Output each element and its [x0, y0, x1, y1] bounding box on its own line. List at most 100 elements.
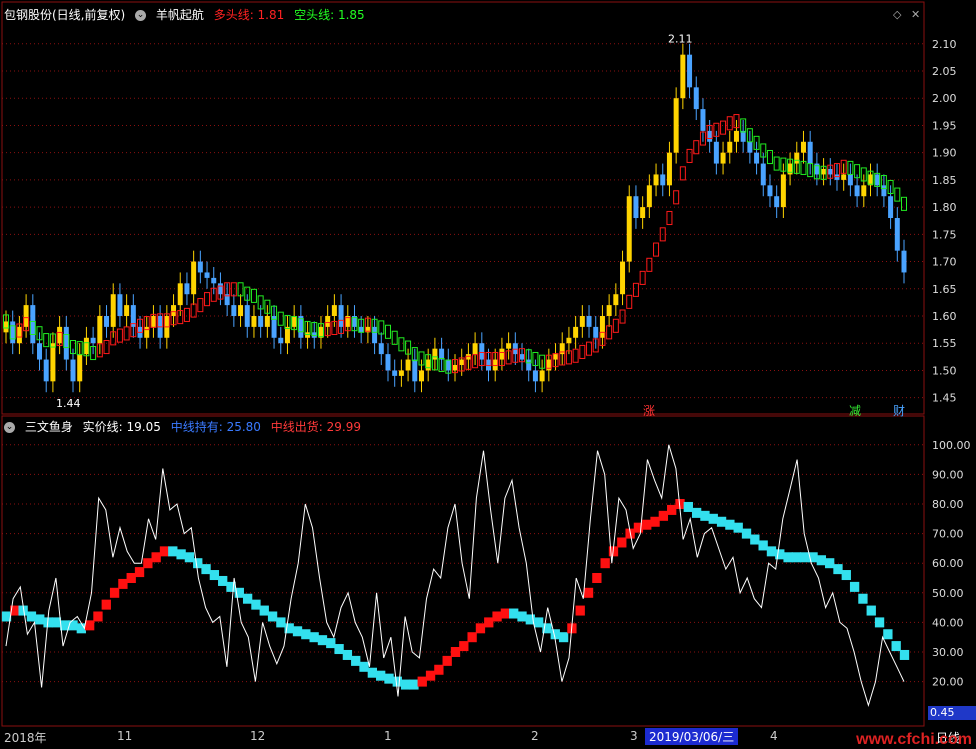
candle-body [284, 326, 290, 344]
candle-body [821, 169, 827, 175]
xaxis-label: 11 [117, 729, 133, 743]
long-band-bar [673, 190, 680, 205]
hold-line-block [342, 649, 353, 660]
settings-icon[interactable]: ⌄ [4, 422, 15, 433]
candle-body [633, 196, 639, 218]
price-tick-label: 1.60 [932, 310, 957, 323]
hold-line-block [558, 632, 569, 643]
hold-line-block [376, 670, 386, 681]
candle-body [666, 152, 672, 186]
hold-line-block [650, 516, 660, 527]
long-band-bar [103, 340, 110, 355]
price-tick-label: 1.85 [932, 174, 957, 187]
cai-marker[interactable]: 财 [893, 402, 905, 419]
long-band-bar [646, 257, 653, 272]
candle-body [311, 332, 317, 338]
hold-line-block [841, 570, 851, 581]
bottom-indicator-name[interactable]: 三文鱼身 [25, 420, 73, 434]
xaxis-label: 4 [770, 729, 778, 743]
candle-body [841, 174, 847, 180]
hold-line-block [783, 552, 793, 563]
candle-body [660, 174, 666, 186]
hold-line-block [758, 540, 768, 551]
candle-body [305, 332, 311, 338]
hold-line-block [326, 638, 336, 649]
candle-body [204, 272, 210, 278]
hold-line-block [509, 608, 519, 619]
hold-line-block [750, 534, 760, 545]
candle-body [117, 294, 123, 316]
candle-body [432, 348, 438, 360]
candle-body [640, 207, 646, 218]
hold-line-block [218, 575, 228, 586]
long-band-bar [726, 116, 733, 131]
settings-icon[interactable]: ⌄ [135, 10, 147, 21]
hold-line-block [775, 549, 785, 560]
candle-body [472, 343, 478, 355]
candle-body [77, 354, 83, 382]
hold-line-label: 中线持有: 25.80 [170, 420, 261, 434]
candle-body [10, 321, 16, 344]
long-band-bar [639, 270, 646, 285]
hold-line-block [209, 570, 220, 581]
short-line-label: 空头线: 1.85 [294, 8, 365, 22]
candle-body [573, 326, 579, 338]
zhang-marker[interactable]: 涨 [643, 402, 655, 419]
oscillator-panel[interactable] [1, 444, 910, 708]
xaxis-label: 2 [531, 729, 539, 743]
candle-body [244, 305, 250, 327]
candle-body [318, 326, 324, 338]
long-band-bar [693, 140, 700, 155]
candle-body [184, 283, 190, 295]
candle-body [231, 305, 237, 316]
candle-body [733, 130, 739, 142]
candle-body [150, 316, 156, 327]
osc-tick-label: 80.00 [932, 498, 964, 511]
candle-body [124, 305, 130, 316]
candle-body [264, 316, 270, 327]
candle-body [385, 354, 391, 371]
price-tick-label: 1.55 [932, 337, 957, 350]
candle-body [83, 337, 89, 355]
close-icon[interactable]: ✕ [911, 8, 920, 21]
long-band-bar [586, 341, 593, 356]
hold-line-block [184, 552, 195, 563]
candle-body [861, 185, 867, 197]
long-line-label: 多头线: 1.81 [213, 8, 285, 22]
long-band-bar [572, 348, 579, 363]
candle-body [70, 359, 76, 382]
xaxis-label: 1 [384, 729, 392, 743]
hold-line-block [309, 632, 319, 643]
candle-body [767, 185, 773, 197]
top-indicator-name[interactable]: 羊帆起航 [156, 8, 204, 22]
stock-chart[interactable]: 1.45 1.50 1.55 1.60 1.65 1.70 1.75 1.80 1.85 1.90… [0, 0, 976, 749]
jian-marker[interactable]: 减 [849, 402, 861, 419]
long-band-bar [183, 307, 190, 322]
candle-body [16, 326, 22, 344]
candle-body [418, 370, 424, 382]
candle-body [807, 141, 813, 164]
hold-line-block [134, 567, 145, 578]
hold-line-block [716, 516, 727, 527]
hold-line-block [118, 578, 128, 589]
price-tick-label: 1.80 [932, 201, 957, 214]
candlestick-panel[interactable] [3, 43, 907, 393]
price-panel-frame [1, 1, 925, 415]
stock-title[interactable]: 包钢股份(日线,前复权) [4, 8, 125, 22]
price-tick-label: 1.75 [932, 228, 957, 241]
short-band-bar [277, 311, 284, 326]
short-band-bar [250, 288, 257, 303]
candle-body [331, 305, 337, 316]
candle-body [673, 98, 679, 153]
real-line-label: 实价线: 19.05 [82, 420, 161, 434]
hold-line-block [359, 661, 369, 672]
diamond-icon[interactable]: ◇ [893, 8, 901, 21]
short-band-bar [391, 330, 398, 345]
candle-body [191, 261, 197, 295]
candle-body [720, 152, 726, 164]
hold-line-block [891, 641, 901, 652]
watermark: www.cfchi.com [856, 731, 972, 748]
candle-body [519, 354, 525, 360]
candle-body [653, 174, 659, 186]
candle-body [325, 316, 331, 327]
